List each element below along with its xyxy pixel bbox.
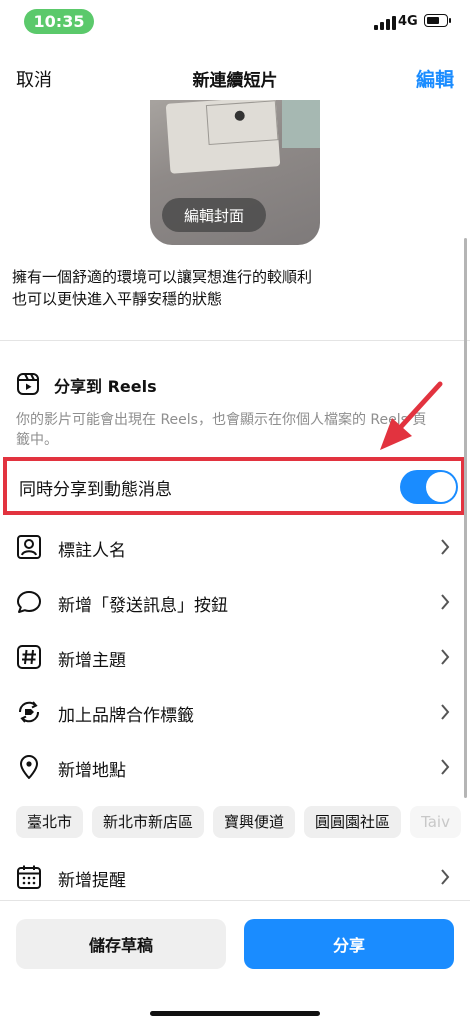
hashtag-icon: [17, 645, 41, 669]
option-message-button[interactable]: 新增「發送訊息」按鈕: [0, 575, 470, 629]
divider: [0, 340, 470, 341]
status-time: 10:35: [24, 9, 94, 34]
scrollbar[interactable]: [464, 238, 467, 798]
chat-bubble-icon: [17, 591, 41, 613]
option-label: 新增地點: [58, 761, 126, 781]
option-add-topic[interactable]: 新增主題: [0, 630, 470, 684]
page-title: 新連續短片: [192, 71, 278, 91]
location-pin-icon: [20, 755, 38, 779]
edit-cover-button[interactable]: 編輯封面: [162, 198, 266, 232]
annotation-arrow-icon: [380, 381, 443, 450]
location-chip[interactable]: 寶興便道: [213, 806, 296, 838]
location-chip[interactable]: 臺北市: [16, 806, 84, 838]
option-label: 新增「發送訊息」按鈕: [58, 596, 228, 616]
share-to-feed-label: 同時分享到動態消息: [19, 480, 172, 500]
person-tag-icon: [17, 535, 41, 559]
signal-icon: [374, 16, 396, 30]
save-draft-button[interactable]: 儲存草稿: [16, 919, 226, 969]
battery-icon: [424, 14, 448, 27]
bottom-action-bar: 儲存草稿 分享: [0, 900, 470, 1024]
reels-title: 分享到 Reels: [54, 377, 157, 396]
edit-button[interactable]: 編輯: [416, 65, 454, 92]
network-label: 4G: [398, 14, 418, 29]
header: 取消 新連續短片 編輯: [0, 56, 470, 100]
status-bar: 10:35 4G: [0, 0, 470, 44]
option-add-reminder[interactable]: 新增提醒: [0, 850, 470, 904]
option-label: 加上品牌合作標籤: [58, 706, 194, 726]
cover-image-paper: [165, 100, 281, 174]
chevron-right-icon: [441, 869, 450, 885]
option-label: 標註人名: [58, 541, 126, 561]
location-suggestions: 臺北市 新北市新店區 寶興便道 圓圓園社區 Taiv: [16, 806, 470, 840]
video-cover-thumbnail[interactable]: 編輯封面: [150, 100, 320, 245]
option-label: 新增提醒: [58, 871, 126, 891]
location-chip[interactable]: 新北市新店區: [92, 806, 205, 838]
location-chip[interactable]: Taiv: [410, 806, 461, 838]
reels-icon: [17, 373, 39, 395]
share-button[interactable]: 分享: [244, 919, 454, 969]
option-brand-partnership[interactable]: 加上品牌合作標籤: [0, 685, 470, 739]
home-indicator: [150, 1011, 320, 1016]
option-add-location[interactable]: 新增地點: [0, 740, 470, 794]
caption-line-1: 擁有一個舒適的環境可以讓冥想進行的較順利: [12, 268, 313, 286]
battery-tip: [449, 18, 451, 23]
calendar-icon: [17, 865, 41, 889]
chevron-right-icon: [441, 649, 450, 665]
share-to-feed-toggle[interactable]: [400, 470, 458, 504]
toggle-knob: [426, 472, 456, 502]
chevron-right-icon: [441, 539, 450, 555]
caption-text[interactable]: 擁有一個舒適的環境可以讓冥想進行的較順利 也可以更快進入平靜安穩的狀態: [12, 266, 452, 310]
chevron-right-icon: [441, 594, 450, 610]
option-label: 新增主題: [58, 651, 126, 671]
chevron-right-icon: [441, 704, 450, 720]
option-tag-people[interactable]: 標註人名: [0, 520, 470, 574]
battery-fill: [427, 17, 439, 24]
caption-line-2: 也可以更快進入平靜安穩的狀態: [12, 290, 223, 308]
cover-image-object: [282, 100, 320, 148]
share-to-feed-row: 同時分享到動態消息: [3, 457, 465, 515]
location-chip[interactable]: 圓圓園社區: [304, 806, 402, 838]
chevron-right-icon: [441, 759, 450, 775]
brand-tag-icon: [18, 701, 40, 723]
